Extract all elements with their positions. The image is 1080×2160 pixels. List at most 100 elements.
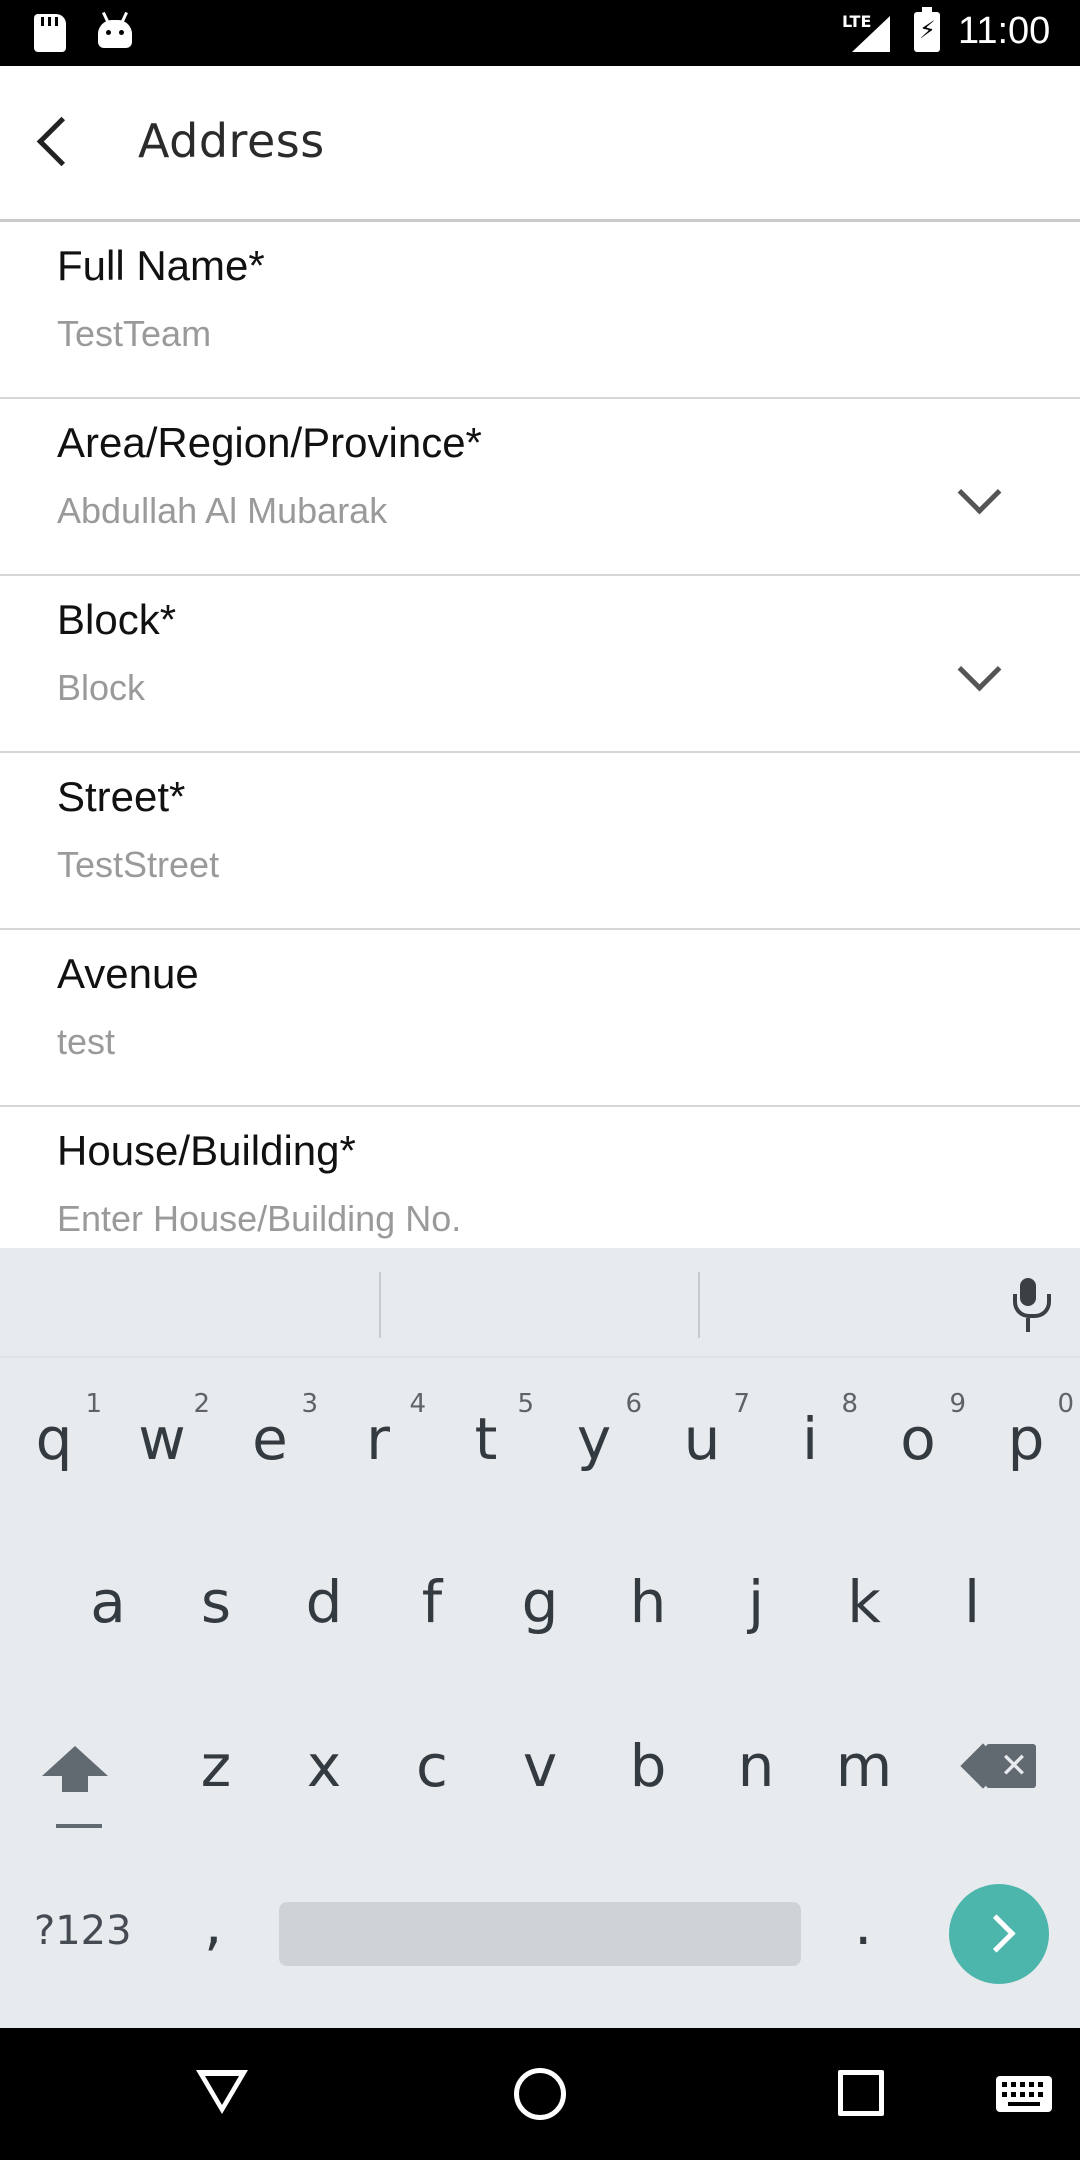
field-label: House/Building* [57,1127,356,1174]
key-x[interactable]: x [270,1732,378,1800]
block-select-value[interactable]: Block [57,667,145,709]
key-letter: k [847,1568,881,1636]
key-number-hint: 3 [301,1389,318,1419]
status-time: 11:00 [958,10,1051,52]
field-label: Full Name* [57,242,265,289]
sd-card-icon [34,14,66,52]
key-letter: m [835,1732,893,1800]
field-label: Street* [57,773,186,820]
key-f[interactable]: f [378,1568,486,1636]
key-b[interactable]: b [594,1732,702,1800]
back-arrow-icon[interactable] [30,108,90,180]
full-name-field[interactable]: Full Name* TestTeam [0,222,1080,399]
full-name-input[interactable]: TestTeam [57,313,211,355]
navigation-bar [0,2028,1080,2160]
key-d[interactable]: d [270,1568,378,1636]
key-number-hint: 6 [625,1389,642,1419]
key-letter: x [306,1732,342,1800]
key-letter: o [900,1405,936,1473]
symbols-key[interactable]: ?123 [34,1908,132,1954]
key-letter: c [416,1732,448,1800]
recents-square-icon[interactable] [838,2070,884,2116]
key-c[interactable]: c [378,1732,486,1800]
key-letter: n [737,1732,775,1800]
key-e[interactable]: e3 [216,1389,324,1473]
battery-charging-icon: ⚡ [914,7,940,52]
key-number-hint: 0 [1057,1389,1074,1419]
chevron-down-icon[interactable] [952,477,1004,517]
key-letter: l [963,1568,981,1636]
key-n[interactable]: n [702,1732,810,1800]
app-bar: Address [0,66,1080,222]
key-number-hint: 4 [409,1389,426,1419]
key-letter: z [200,1732,232,1800]
key-letter: g [521,1568,559,1636]
key-number-hint: 8 [841,1389,858,1419]
key-letter: h [629,1568,667,1636]
suggestion-divider [698,1272,700,1338]
suggestion-divider [379,1272,381,1338]
key-letter: w [138,1405,186,1473]
key-letter: i [801,1405,819,1473]
key-letter: a [90,1568,126,1636]
comma-key[interactable]: , [204,1890,222,1958]
key-o[interactable]: o9 [864,1389,972,1473]
signal-icon [852,16,890,52]
key-letter: e [252,1405,288,1473]
key-s[interactable]: s [162,1568,270,1636]
backspace-key-icon[interactable]: ✕ [970,1744,1036,1788]
area-select-value[interactable]: Abdullah Al Mubarak [57,490,387,532]
key-r[interactable]: r4 [324,1389,432,1473]
address-form: Full Name* TestTeam Area/Region/Province… [0,222,1080,1284]
shift-key-icon[interactable] [42,1746,108,1828]
keyboard-icon[interactable] [996,2076,1052,2112]
key-w[interactable]: w2 [108,1389,216,1473]
key-a[interactable]: a [54,1568,162,1636]
key-v[interactable]: v [486,1732,594,1800]
street-field[interactable]: Street* TestStreet [0,753,1080,930]
avenue-field[interactable]: Avenue test [0,930,1080,1107]
space-key[interactable] [279,1902,801,1966]
key-letter: s [200,1568,232,1636]
area-region-province-dropdown[interactable]: Area/Region/Province* Abdullah Al Mubara… [0,399,1080,576]
enter-next-key-icon[interactable] [949,1884,1049,1984]
key-number-hint: 5 [517,1389,534,1419]
android-icon [98,20,132,48]
key-number-hint: 7 [733,1389,750,1419]
avenue-input[interactable]: test [57,1021,115,1063]
key-m[interactable]: m [810,1732,918,1800]
key-z[interactable]: z [162,1732,270,1800]
key-p[interactable]: p0 [972,1389,1080,1473]
back-triangle-icon[interactable] [196,2070,248,2114]
key-u[interactable]: u7 [648,1389,756,1473]
key-letter: y [576,1405,612,1473]
house-building-input[interactable]: Enter House/Building No. [57,1198,461,1240]
key-letter: t [474,1405,498,1473]
key-letter: r [366,1405,390,1473]
key-number-hint: 1 [85,1389,102,1419]
key-i[interactable]: i8 [756,1389,864,1473]
key-y[interactable]: y6 [540,1389,648,1473]
key-number-hint: 2 [193,1389,210,1419]
block-dropdown[interactable]: Block* Block [0,576,1080,753]
key-k[interactable]: k [810,1568,918,1636]
key-letter: v [522,1732,558,1800]
period-key[interactable]: . [854,1890,872,1958]
home-circle-icon[interactable] [514,2068,566,2120]
status-bar: LTE ⚡ 11:00 [0,0,1080,66]
key-h[interactable]: h [594,1568,702,1636]
key-q[interactable]: q1 [0,1389,108,1473]
key-j[interactable]: j [702,1568,810,1636]
key-letter: b [629,1732,667,1800]
key-letter: u [683,1405,721,1473]
chevron-down-icon[interactable] [952,654,1004,694]
street-input[interactable]: TestStreet [57,844,219,886]
key-g[interactable]: g [486,1568,594,1636]
key-t[interactable]: t5 [432,1389,540,1473]
key-l[interactable]: l [918,1568,1026,1636]
microphone-icon[interactable] [1010,1278,1051,1334]
key-letter: j [747,1568,765,1636]
field-label: Block* [57,596,177,643]
page-title: Address [138,114,325,168]
field-label: Area/Region/Province* [57,419,482,466]
